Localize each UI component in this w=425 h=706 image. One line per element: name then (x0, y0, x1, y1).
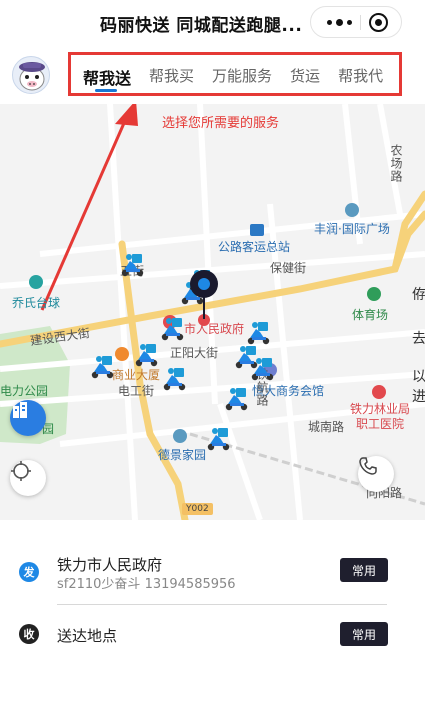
location-pin-stem (203, 297, 205, 319)
map-label: 市人民政府 (184, 322, 245, 336)
edge-text: 进 (412, 389, 425, 405)
map-label: 体育场 (352, 308, 389, 322)
map-label: 公路客运总站 (218, 240, 291, 254)
tab-all-services[interactable]: 万能服务 (212, 55, 272, 93)
map-label: 商业大厦 (112, 368, 161, 382)
delivery-rider-icon (158, 316, 188, 342)
delivery-rider-icon (118, 252, 148, 278)
map-label: 保健街 (270, 261, 307, 275)
tab-help-buy[interactable]: 帮我买 (149, 55, 194, 93)
map-view[interactable]: 选择您所需要的服务 农场路 丰润·国际广场 公路客运总站 保健街 五街 乔氏台球… (0, 104, 425, 520)
edge-text: 以 (412, 369, 425, 385)
delivery-rider-icon (204, 426, 234, 452)
building-icon[interactable] (10, 400, 46, 436)
divider (57, 604, 387, 605)
target-close-icon[interactable] (369, 13, 388, 32)
map-label: 正阳大街 (170, 346, 219, 360)
phone-icon[interactable] (358, 456, 394, 492)
edge-text: 去 (412, 331, 425, 347)
location-pin-icon[interactable] (190, 270, 218, 298)
tab-help-proxy[interactable]: 帮我代 (338, 55, 383, 93)
tabs-highlight-box: 帮我送 帮我买 万能服务 货运 帮我代 (68, 52, 402, 96)
avatar[interactable] (12, 56, 50, 94)
delivery-rider-icon (88, 354, 118, 380)
map-label: 农场路 (389, 144, 403, 183)
annotation-text: 选择您所需要的服务 (162, 116, 280, 131)
more-dots-icon[interactable] (321, 7, 357, 37)
receive-common-button[interactable]: 常用 (340, 622, 388, 646)
delivery-rider-icon (222, 386, 252, 412)
address-panel: 发 铁力市人民政府 sf2110少奋斗 13194585956 常用 收 送达地… (0, 520, 425, 706)
receive-address-name[interactable]: 送达地点 (57, 625, 117, 646)
app-title: 码丽快送 同城配送跑腿... (100, 16, 303, 36)
service-tab-row: 帮我送 帮我买 万能服务 货运 帮我代 (0, 44, 425, 104)
capsule-divider (360, 15, 361, 30)
map-label: 城南路 (308, 420, 345, 434)
mini-program-navbar: 码丽快送 同城配送跑腿... (0, 0, 425, 44)
map-label: 德景家园 (158, 448, 207, 462)
cartoon-avatar-icon (19, 62, 45, 91)
delivery-rider-icon (244, 320, 274, 346)
edge-text: 侟 (412, 287, 425, 303)
tab-freight[interactable]: 货运 (290, 55, 320, 93)
map-label: 乔氏台球 (12, 296, 61, 310)
tab-help-send[interactable]: 帮我送 (83, 55, 131, 93)
road-badge: Y002 (182, 503, 213, 515)
delivery-rider-icon (248, 356, 278, 382)
send-address-name[interactable]: 铁力市人民政府 (57, 554, 162, 575)
send-badge: 发 (19, 562, 39, 582)
map-label: 铁力林业局 职工医院 (349, 402, 410, 431)
map-label: 电工街 (118, 384, 155, 398)
map-label: 电力公园 (0, 384, 49, 398)
send-common-button[interactable]: 常用 (340, 558, 388, 582)
locate-icon[interactable] (10, 460, 46, 496)
receive-badge: 收 (19, 624, 39, 644)
send-contact: sf2110少奋斗 13194585956 (57, 577, 236, 592)
service-tabs: 帮我送 帮我买 万能服务 货运 帮我代 (83, 55, 399, 93)
capsule-menu (310, 6, 402, 38)
map-label: 丰润·国际广场 (314, 222, 390, 236)
delivery-rider-icon (132, 342, 162, 368)
delivery-rider-icon (160, 366, 190, 392)
